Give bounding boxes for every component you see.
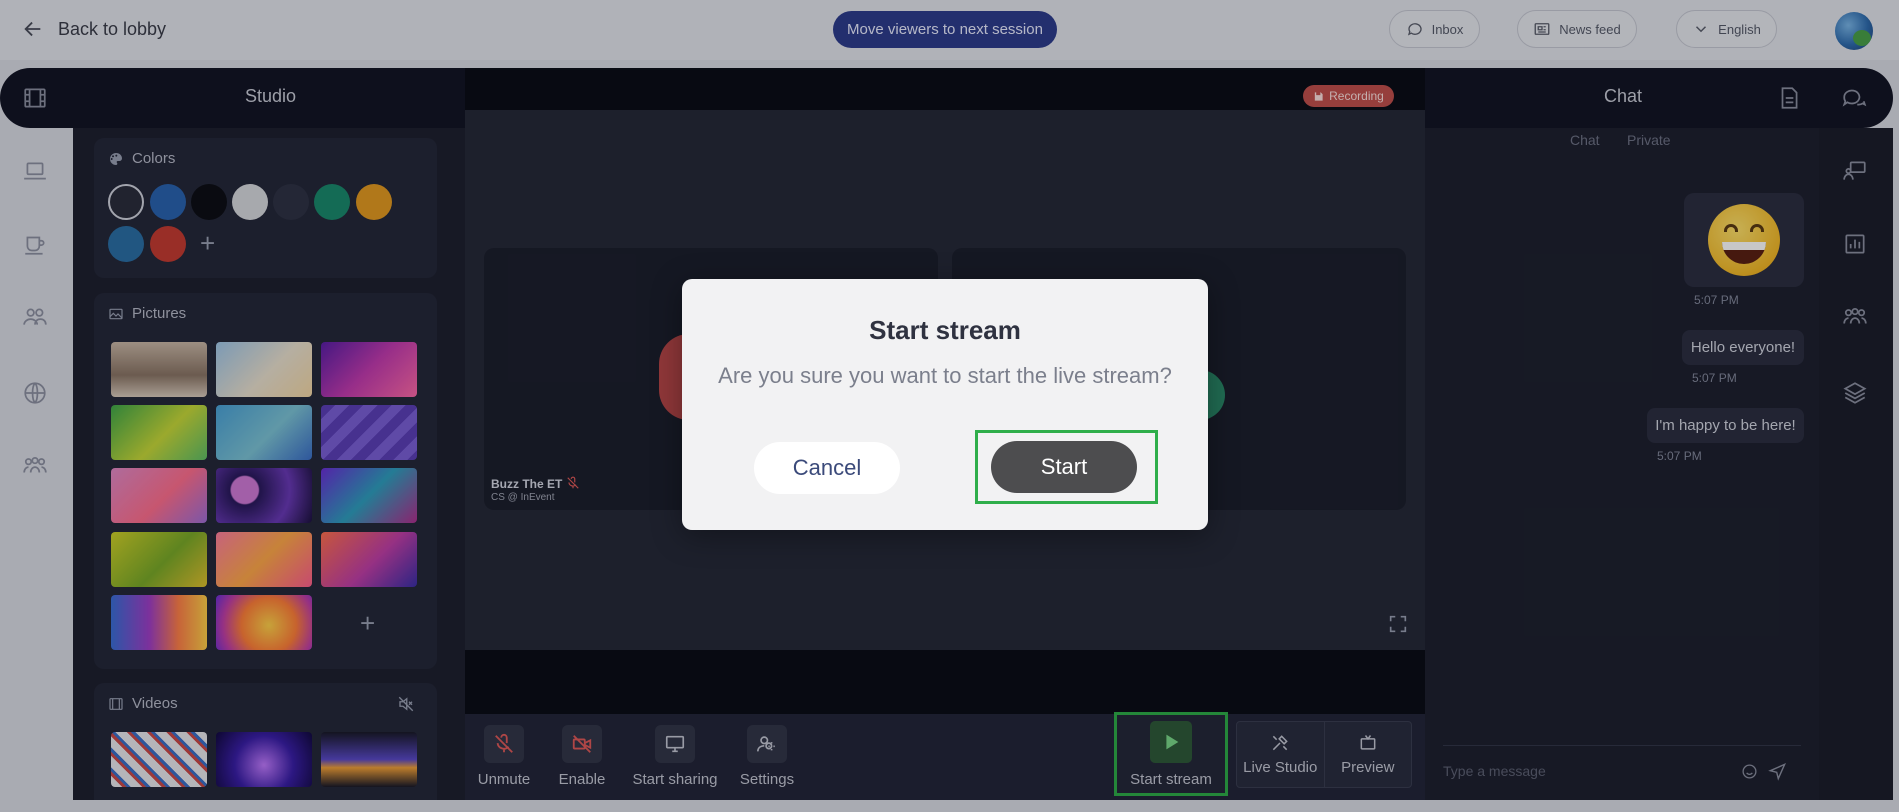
cancel-button[interactable]: Cancel [754, 442, 900, 494]
start-button[interactable]: Start [991, 441, 1137, 493]
dialog-title: Start stream [869, 315, 1021, 345]
start-stream-dialog: Start stream Are you sure you want to st… [682, 279, 1208, 530]
dialog-message: Are you sure you want to start the live … [718, 363, 1172, 388]
